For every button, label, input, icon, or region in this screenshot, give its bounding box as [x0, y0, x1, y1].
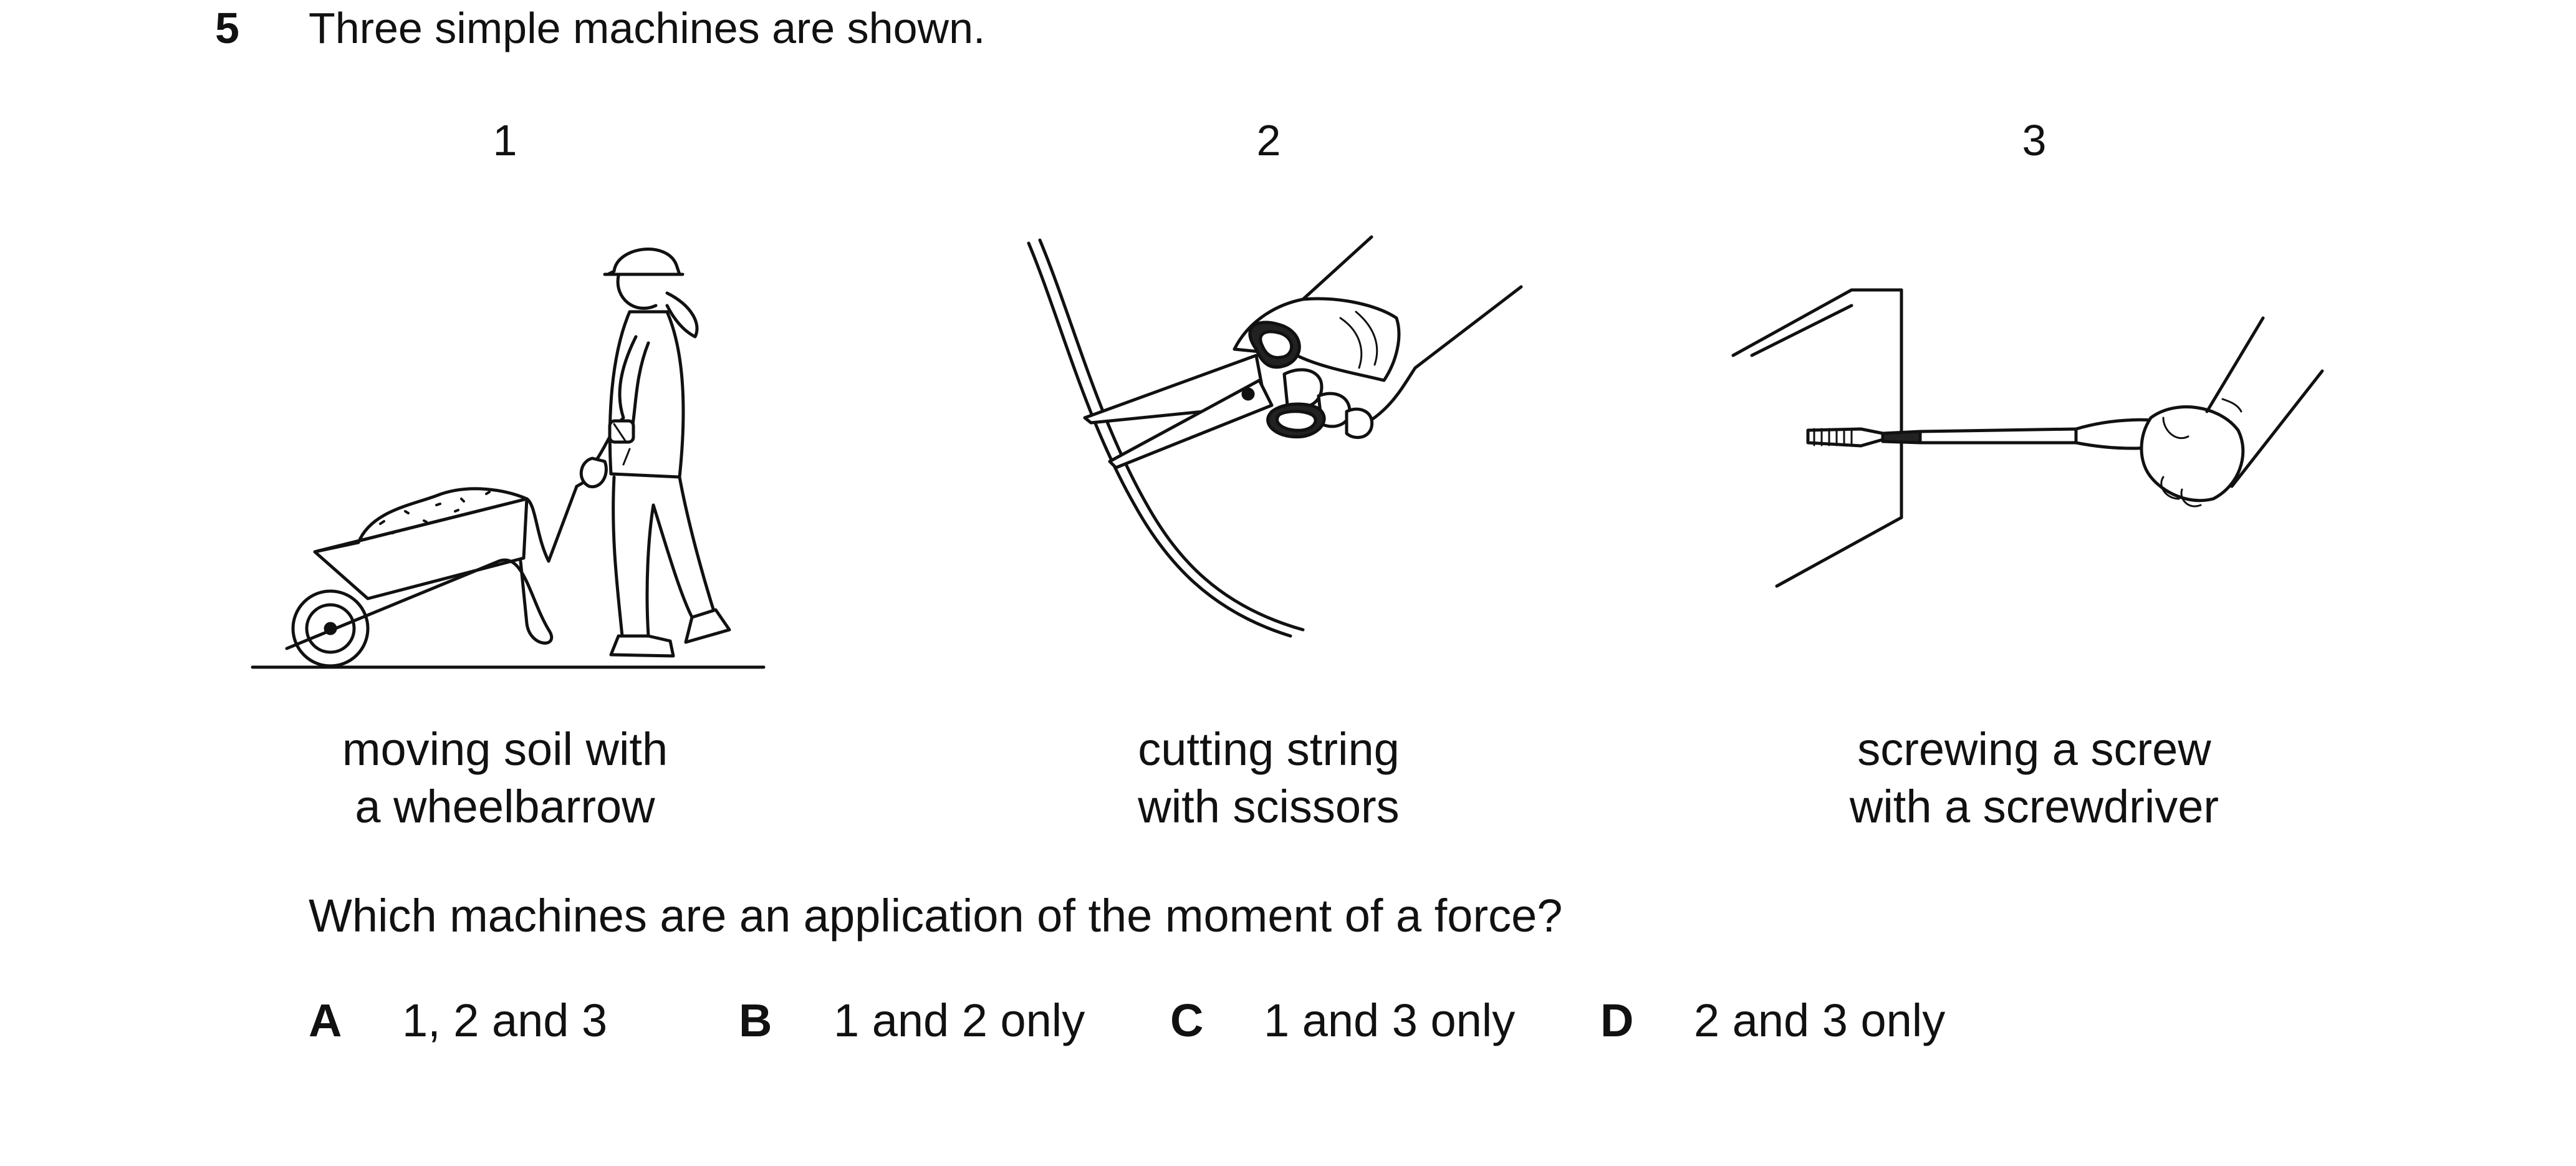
option-a-text[interactable]: 1, 2 and 3 — [402, 998, 607, 1044]
figure-2-caption: cutting string with scissors — [1138, 721, 1400, 836]
figure-3-caption-line1: screwing a screw — [1857, 723, 2211, 775]
question-prompt: Three simple machines are shown. — [309, 4, 986, 52]
question-number: 5 — [215, 4, 239, 52]
question-text: Which machines are an application of the… — [309, 890, 1563, 942]
option-d-text[interactable]: 2 and 3 only — [1694, 998, 1945, 1044]
figure-2-label: 2 — [1256, 116, 1281, 165]
figure-3-caption-line2: with a screwdriver — [1849, 781, 2219, 832]
figure-1-caption: moving soil with a wheelbarrow — [342, 721, 668, 836]
option-b-letter[interactable]: B — [739, 998, 772, 1044]
scissors-illustration — [1027, 235, 1523, 638]
screwdriver-illustration — [1731, 288, 2324, 588]
figure-2-caption-line2: with scissors — [1138, 781, 1400, 832]
wheelbarrow-illustration — [251, 248, 766, 669]
option-d-letter[interactable]: D — [1600, 998, 1633, 1044]
figure-1-caption-line2: a wheelbarrow — [355, 781, 655, 832]
option-b-text[interactable]: 1 and 2 only — [834, 998, 1085, 1044]
option-c-letter[interactable]: C — [1170, 998, 1203, 1044]
figure-3-label: 3 — [2022, 116, 2047, 165]
figure-1-label: 1 — [493, 116, 517, 165]
figure-1-caption-line1: moving soil with — [342, 723, 668, 775]
figure-2-caption-line1: cutting string — [1138, 723, 1400, 775]
option-a-letter[interactable]: A — [309, 998, 342, 1044]
figure-3-caption: screwing a screw with a screwdriver — [1850, 721, 2219, 836]
option-c-text[interactable]: 1 and 3 only — [1264, 998, 1515, 1044]
